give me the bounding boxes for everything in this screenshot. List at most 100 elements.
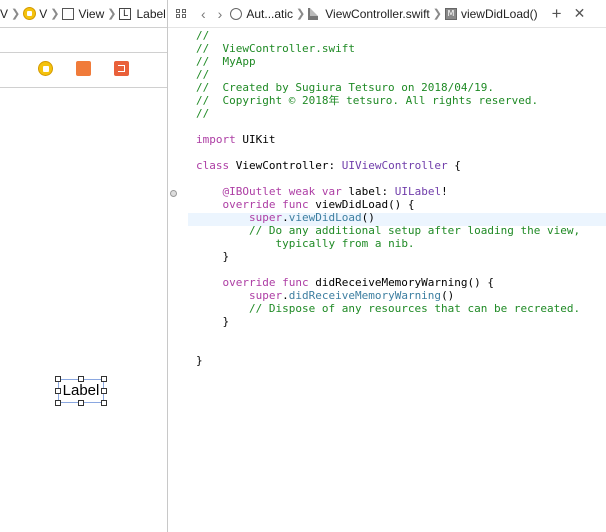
jump-bar-segment-2[interactable]: V ❯	[23, 7, 62, 21]
related-items-icon[interactable]	[176, 9, 187, 18]
resize-handle[interactable]	[55, 376, 61, 382]
canvas-label-text: Label	[62, 382, 100, 399]
chevron-right-icon: ❯	[107, 8, 117, 20]
jump-bar-segment-1[interactable]: V ❯	[0, 7, 23, 21]
code-line[interactable]: // MyApp	[196, 55, 580, 68]
code-line[interactable]: }	[196, 315, 580, 328]
jump-bar-segment-4[interactable]: L Label	[119, 6, 166, 21]
editor-jump-bar: ‹ › Aut...atic ❯ ViewController.swift ❯ …	[168, 0, 606, 28]
outlet-connection-icon[interactable]	[170, 190, 177, 197]
resize-handle[interactable]	[78, 376, 84, 382]
code-token: ()	[361, 211, 375, 224]
code-line[interactable]: super.didReceiveMemoryWarning()	[196, 289, 580, 302]
code-line[interactable]: // Do any additional setup after loading…	[196, 224, 580, 237]
storyboard-jump-bar: V ❯ V ❯ View ❯ L Label	[0, 0, 168, 28]
code-line[interactable]: //	[196, 107, 580, 120]
resize-handle[interactable]	[101, 388, 107, 394]
code-line[interactable]: }	[196, 354, 580, 367]
add-editor-button[interactable]: +	[552, 4, 562, 24]
code-line[interactable]	[196, 328, 580, 341]
label-icon: L	[119, 7, 132, 20]
resize-handle[interactable]	[55, 388, 61, 394]
file-selector[interactable]: ViewController.swift ❯	[308, 7, 445, 21]
code-token: //	[196, 29, 210, 42]
method-selector[interactable]: M viewDidLoad()	[444, 7, 538, 21]
source-code[interactable]: //// ViewController.swift// MyApp//// Cr…	[196, 29, 580, 367]
code-token: super	[248, 211, 283, 224]
jump-bar-segment-3-label: View	[78, 6, 105, 21]
code-line[interactable]: override func viewDidLoad() {	[196, 198, 580, 211]
code-token: viewDidLoad() {	[308, 198, 415, 211]
code-token: ()	[441, 289, 455, 302]
code-token: // Do any additional setup after loading…	[248, 224, 581, 237]
view-icon	[62, 7, 75, 20]
jump-bar-segment-1-label: V	[0, 6, 9, 21]
code-token: }	[196, 315, 230, 328]
code-line[interactable]	[196, 341, 580, 354]
code-token: ViewController:	[229, 159, 342, 172]
resize-handle[interactable]	[101, 400, 107, 406]
code-line[interactable]: import UIKit	[196, 133, 580, 146]
code-line[interactable]: @IBOutlet weak var label: UILabel!	[196, 185, 580, 198]
code-line[interactable]	[196, 263, 580, 276]
code-line[interactable]: //	[196, 29, 580, 42]
code-token: }	[196, 250, 230, 263]
back-arrow-icon[interactable]: ‹	[201, 6, 206, 22]
chevron-right-icon: ❯	[296, 8, 306, 20]
code-line[interactable]: override func didReceiveMemoryWarning() …	[196, 276, 580, 289]
code-token: didReceiveMemoryWarning() {	[308, 276, 495, 289]
code-token: // Created by Sugiura Tetsuro on 2018/04…	[196, 81, 495, 94]
forward-arrow-icon[interactable]: ›	[218, 6, 223, 22]
view-controller-icon[interactable]	[38, 61, 53, 76]
first-responder-icon[interactable]	[76, 61, 91, 76]
code-token: @IBOutlet	[222, 185, 283, 198]
code-line[interactable]: super.viewDidLoad()	[196, 211, 580, 224]
code-token: label:	[341, 185, 395, 198]
view-controller-icon	[23, 7, 37, 20]
code-line[interactable]: // Copyright © 2018年 tetsuro. All rights…	[196, 94, 580, 107]
code-line[interactable]: //	[196, 68, 580, 81]
automatic-mode-selector[interactable]: Aut...atic ❯	[230, 7, 308, 21]
code-token: //	[196, 68, 210, 81]
code-token: // ViewController.swift	[196, 42, 355, 55]
code-token: import	[196, 133, 236, 146]
jump-bar-segment-4-label: Label	[136, 6, 166, 21]
code-token: UIViewController	[341, 159, 448, 172]
code-line[interactable]	[196, 172, 580, 185]
code-token: override func	[222, 198, 309, 211]
code-line[interactable]: // Created by Sugiura Tetsuro on 2018/04…	[196, 81, 580, 94]
close-icon[interactable]: ✕	[574, 5, 586, 22]
method-icon: M	[444, 7, 457, 20]
code-line[interactable]: class ViewController: UIViewController {	[196, 159, 580, 172]
code-token: didReceiveMemoryWarning	[288, 289, 442, 302]
code-line[interactable]: // Dispose of any resources that can be …	[196, 302, 580, 315]
resize-handle[interactable]	[101, 376, 107, 382]
code-token: typically from a nib.	[275, 237, 415, 250]
code-line[interactable]: }	[196, 250, 580, 263]
resize-handle[interactable]	[55, 400, 61, 406]
code-token: // MyApp	[196, 55, 256, 68]
code-token: viewDidLoad	[288, 211, 362, 224]
jump-bar-segment-3[interactable]: View ❯	[62, 7, 119, 21]
swift-file-icon	[308, 7, 319, 20]
code-line[interactable]: typically from a nib.	[196, 237, 580, 250]
code-line[interactable]	[196, 120, 580, 133]
resize-handle[interactable]	[78, 400, 84, 406]
exit-icon[interactable]	[114, 61, 129, 76]
code-token: UILabel	[394, 185, 442, 198]
code-token: UIKit	[235, 133, 276, 146]
code-token: }	[196, 354, 203, 367]
file-selector-label: ViewController.swift	[325, 6, 430, 21]
code-token: weak var	[288, 185, 342, 198]
code-line[interactable]	[196, 146, 580, 159]
code-line[interactable]: // ViewController.swift	[196, 42, 580, 55]
